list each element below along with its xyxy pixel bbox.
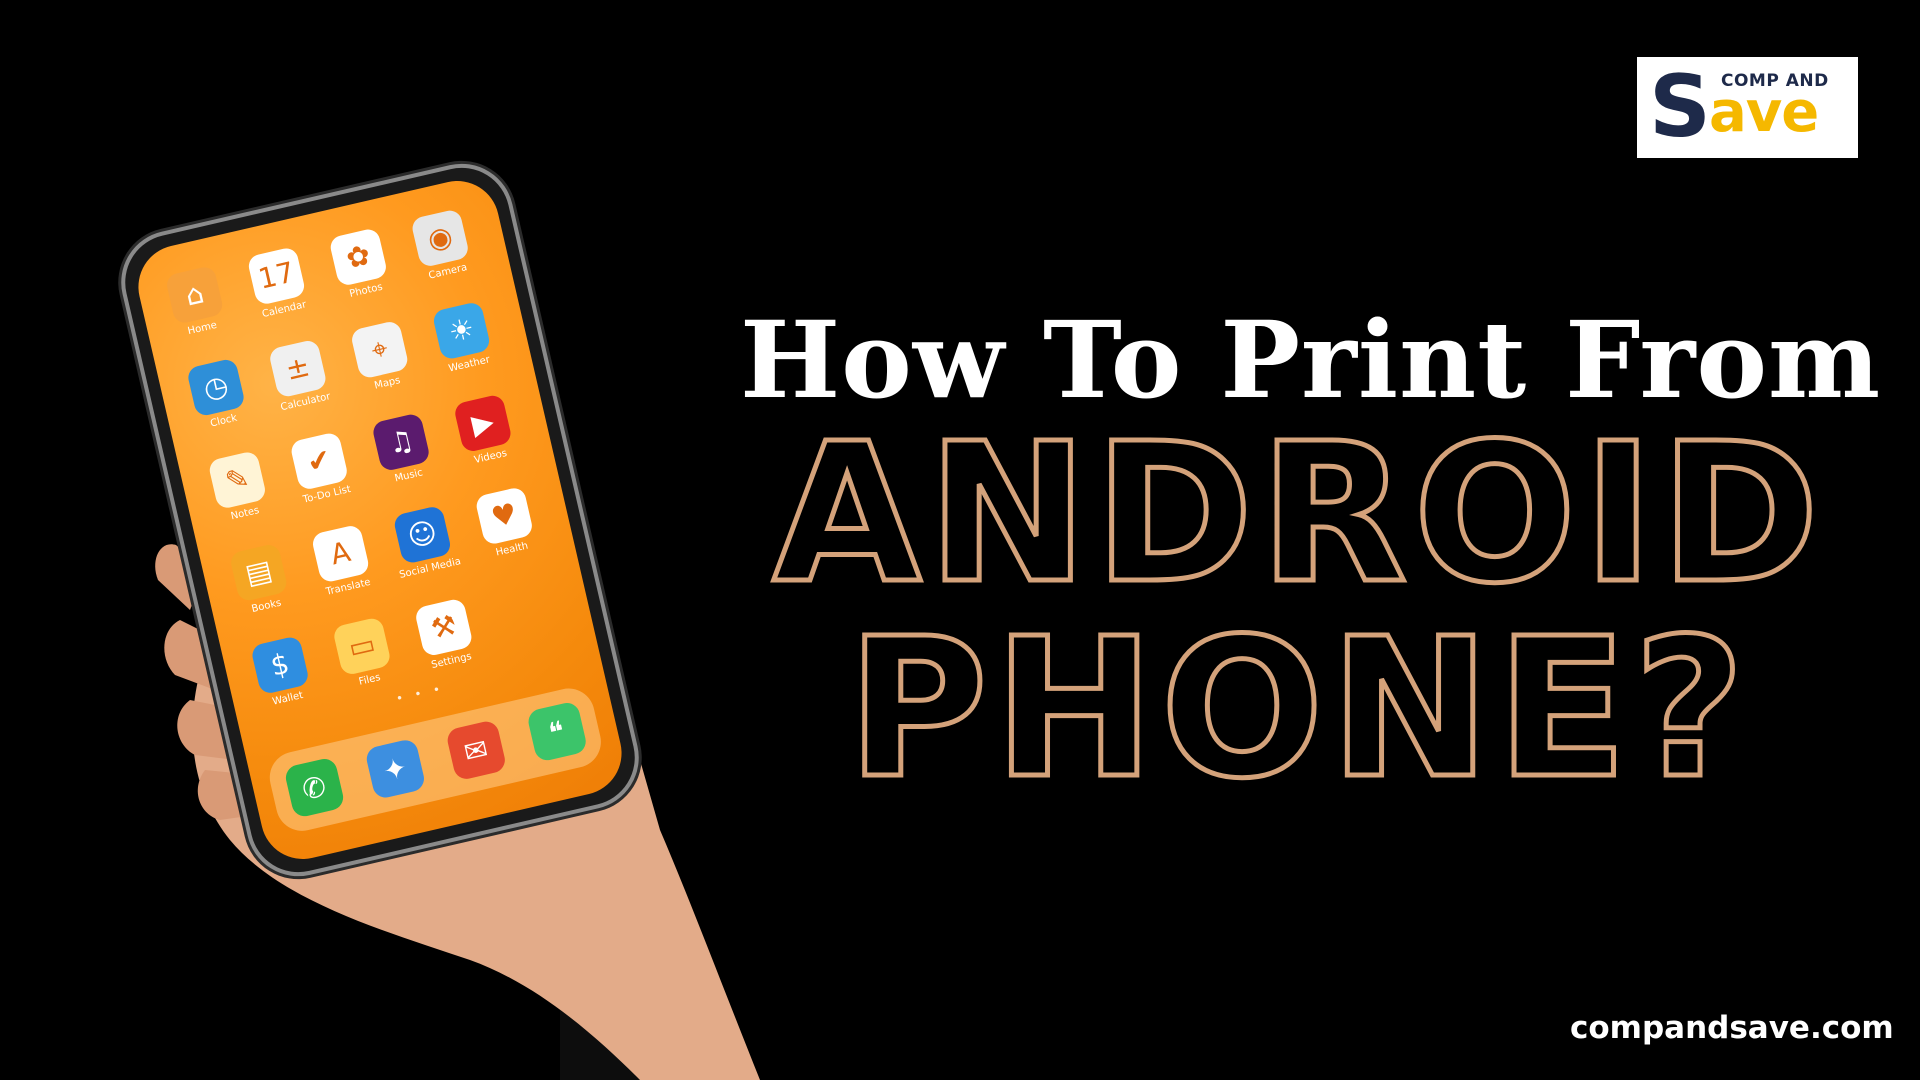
- app-dock: ✆ ✦ ✉ ❝: [264, 683, 607, 837]
- app-label: Home: [186, 319, 219, 338]
- banner: ⌂ Home 17 Calendar ✿ Photos ◉ Camera ◷ Clock ± Calc…: [0, 0, 1920, 1080]
- app-calculator: ± Calculator: [261, 337, 338, 415]
- app-label: Notes: [229, 505, 261, 523]
- app-label: Wallet: [271, 689, 305, 708]
- books-icon: ▤: [228, 542, 289, 603]
- app-translate: A Translate: [304, 522, 381, 600]
- compandsave-logo: S COMP AND ave: [1637, 57, 1858, 158]
- app-to-do-list: ✔ To-Do List: [282, 430, 359, 508]
- photos-icon: ✿: [328, 227, 389, 288]
- notes-icon: ✎: [207, 450, 268, 511]
- app-label: Videos: [473, 447, 509, 467]
- headline-line-1: How To Print From: [740, 297, 1882, 422]
- app-social-media: ☺ Social Media: [386, 503, 463, 581]
- app-music: ♫ Music: [364, 411, 441, 489]
- settings-icon: ⚒: [413, 597, 474, 658]
- app-health: ♥ Health: [467, 484, 544, 562]
- app-label: Photos: [348, 281, 384, 300]
- app-maps: ⌖ Maps: [343, 318, 420, 396]
- app-calendar: 17 Calendar: [240, 244, 317, 322]
- logo-ave-text: ave: [1709, 80, 1819, 145]
- app-label: Health: [494, 540, 530, 559]
- compass-icon: ✦: [363, 737, 427, 801]
- phone-icon: ✆: [282, 756, 346, 819]
- todo-icon: ✔: [289, 431, 350, 492]
- clock-icon: ◷: [186, 357, 246, 418]
- weather-icon: ☀: [431, 300, 492, 361]
- app-label: Books: [250, 597, 283, 615]
- app-books: ▤ Books: [222, 541, 299, 619]
- app-weather: ☀ Weather: [425, 299, 502, 377]
- messages-icon: ❝: [525, 700, 588, 763]
- wallet-icon: $: [250, 635, 311, 696]
- app-home: ⌂ Home: [158, 263, 235, 341]
- videos-icon: ▶: [452, 393, 513, 454]
- files-icon: ▭: [331, 616, 392, 677]
- logo-s-letter: S: [1649, 57, 1711, 157]
- app-photos: ✿ Photos: [322, 226, 399, 304]
- headline-line-2: ANDROID: [770, 403, 1826, 626]
- calendar-icon: 17: [246, 246, 307, 307]
- website-url: compandsave.com: [1570, 1010, 1894, 1046]
- music-icon: ♫: [371, 412, 432, 473]
- app-grid: ⌂ Home 17 Calendar ✿ Photos ◉ Camera ◷ Clock ± Calc…: [158, 204, 580, 712]
- camera-icon: ◉: [410, 208, 471, 269]
- app-clock: ◷ Clock: [179, 356, 256, 434]
- calculator-icon: ±: [267, 338, 328, 399]
- app-files: ▭ Files: [325, 615, 402, 693]
- app-videos: ▶ Videos: [446, 392, 523, 470]
- app-wallet: $ Wallet: [243, 634, 320, 712]
- app-label: Clock: [209, 412, 239, 430]
- mail-icon: ✉: [444, 719, 507, 782]
- translate-icon: A: [310, 523, 371, 584]
- app-settings: ⚒ Settings: [407, 596, 484, 674]
- app-label: Maps: [373, 375, 402, 392]
- headline-line-3: PHONE?: [845, 598, 1751, 821]
- app-notes: ✎ Notes: [201, 449, 278, 527]
- social-media-icon: ☺: [392, 504, 453, 565]
- app-label: Music: [393, 467, 424, 485]
- home-icon: ⌂: [164, 264, 225, 325]
- health-icon: ♥: [474, 485, 535, 546]
- maps-icon: ⌖: [349, 319, 410, 380]
- app-camera: ◉ Camera: [403, 207, 480, 285]
- app-label: Files: [357, 672, 382, 688]
